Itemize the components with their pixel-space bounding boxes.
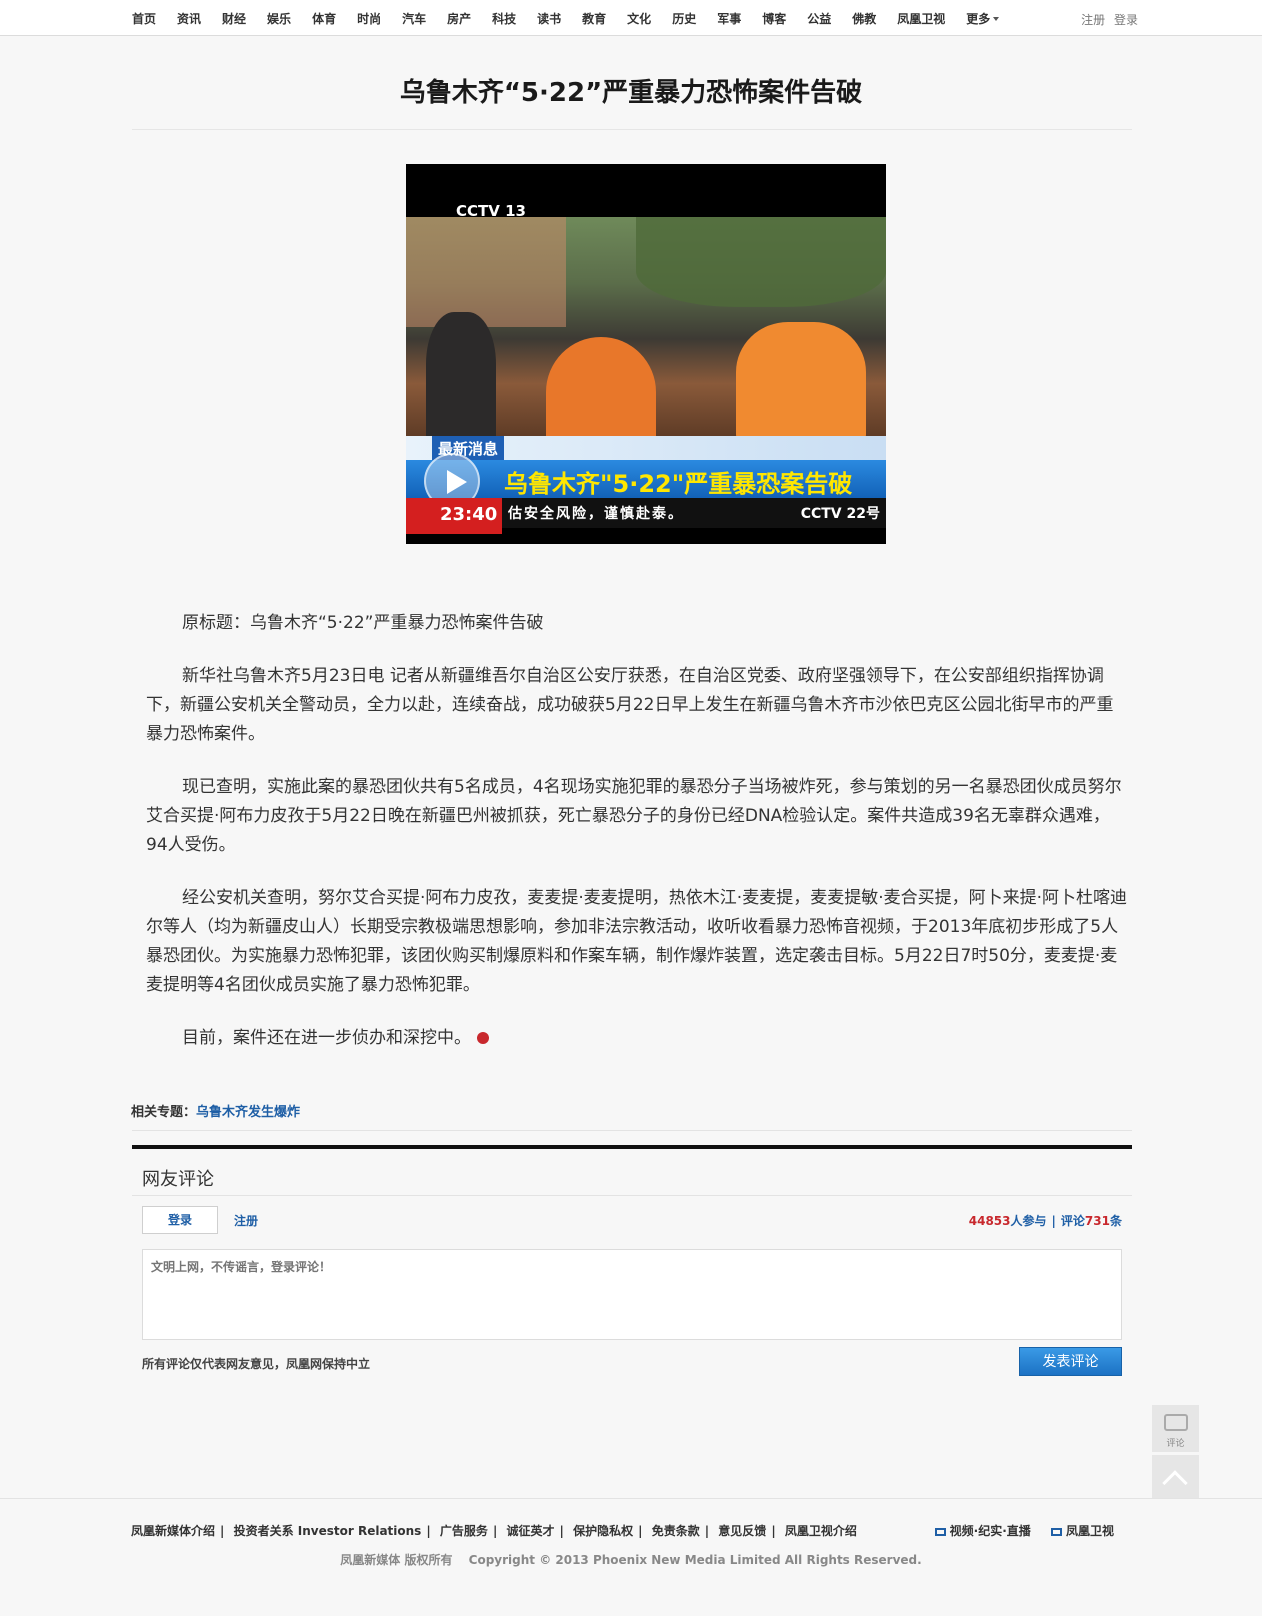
video-frame [406,217,886,447]
related-label: 相关专题： [131,1105,197,1120]
nav-item-charity[interactable]: 公益 [807,10,831,27]
footer-link-phoenixtv[interactable]: 凤凰卫视介绍 [785,1524,857,1538]
footer-link-about[interactable]: 凤凰新媒体介绍 [131,1524,215,1538]
participants-suffix[interactable]: 人参与 [1011,1214,1047,1228]
comment-disclaimer: 所有评论仅代表网友意见，凤凰网保持中立 [142,1357,371,1371]
comments-prefix[interactable]: 评论 [1061,1214,1085,1228]
tv-icon [1050,1527,1062,1536]
chevron-up-icon [1162,1470,1188,1496]
footer-link-investor[interactable]: 投资者关系 Investor Relations [234,1524,422,1538]
footer: 凤凰新媒体介绍 | 投资者关系 Investor Relations | 广告服务 |… [0,1498,1262,1616]
nav-item-phoenixtv[interactable]: 凤凰卫视 [897,10,945,27]
related-topics: 相关专题：乌鲁木齐发生爆炸 [131,1101,300,1120]
nav-item-news[interactable]: 资讯 [177,10,201,27]
login-link[interactable]: 登录 [1114,13,1138,27]
comment-stats: 44853人参与 | 评论731条 [969,1212,1122,1229]
article-body: 原标题：乌鲁木齐“5·22”严重暴力恐怖案件告破 新华社乌鲁木齐5月23日电 记… [146,609,1130,1077]
nav-item-house[interactable]: 房产 [447,10,471,27]
headline-overlay: 乌鲁木齐"5·22"严重暴恐案告破 [504,470,853,498]
news-ticker: 23:40 估安全风险，谨慎赴泰。 CCTV 22号 [406,498,886,534]
article-paragraph: 经公安机关查明，努尔艾合买提·阿布力皮孜，麦麦提·麦麦提明，热依木江·麦麦提，麦… [146,888,1128,995]
article-paragraph: 新华社乌鲁木齐5月23日电 记者从新疆维吾尔自治区公安厅获悉，在自治区党委、政府… [146,666,1114,744]
nav-item-finance[interactable]: 财经 [222,10,246,27]
copyright-en: Copyright © 2013 Phoenix New Media Limit… [468,1553,922,1567]
article-paragraph: 原标题：乌鲁木齐“5·22”严重暴力恐怖案件告破 [182,613,544,633]
footer-link-tv-label: 凤凰卫视 [1065,1524,1114,1538]
nav-item-military[interactable]: 军事 [717,10,741,27]
channel-menu: 首页 资讯 财经 娱乐 体育 时尚 汽车 房产 科技 读书 教育 文化 历史 军… [132,0,1020,36]
footer-right-links: 视频·纪实·直播 凤凰卫视 [919,1522,1114,1539]
nav-item-buddhism[interactable]: 佛教 [852,10,876,27]
copyright-cn: 凤凰新媒体 版权所有 [340,1553,453,1567]
copyright: 凤凰新媒体 版权所有 Copyright © 2013 Phoenix New … [0,1551,1262,1568]
floating-comment-button[interactable]: 评论 [1152,1405,1199,1452]
ticker-time: 23:40 [406,498,502,534]
comment-icon [1164,1414,1188,1431]
article-paragraph-last: 目前，案件还在进一步侦办和深挖中。 [146,1024,1130,1053]
nav-item-tech[interactable]: 科技 [492,10,516,27]
ticker-text: 估安全风险，谨慎赴泰。 [508,506,684,522]
nav-item-sports[interactable]: 体育 [312,10,336,27]
comment-login-button[interactable]: 登录 [142,1206,218,1234]
comment-input[interactable] [142,1249,1122,1340]
comments-heading: 网友评论 [132,1149,1132,1196]
comments-suffix[interactable]: 条 [1110,1214,1122,1228]
breaking-strip: 最新消息 [406,436,886,461]
nav-item-more[interactable]: 更多 [966,10,999,27]
comments-section: 网友评论 登录 注册 44853人参与 | 评论731条 所有评论仅代表网友意见，凤… [132,1145,1132,1376]
title-divider [132,129,1132,130]
footer-link-privacy[interactable]: 保护隐私权 [573,1524,633,1538]
comment-register-link[interactable]: 注册 [234,1212,258,1229]
related-topic-link[interactable]: 乌鲁木齐发生爆炸 [196,1105,300,1120]
related-divider [132,1130,1132,1131]
phoenix-logo-icon [477,1032,489,1044]
article-paragraph-text: 目前，案件还在进一步侦办和深挖中。 [182,1028,471,1048]
nav-item-blog[interactable]: 博客 [762,10,786,27]
article-title: 乌鲁木齐“5·22”严重暴力恐怖案件告破 [399,78,863,108]
floating-comment-label: 评论 [1166,1439,1185,1449]
nav-item-edu[interactable]: 教育 [582,10,606,27]
video-icon [934,1527,946,1536]
video-player[interactable]: CCTV 13 最新消息 乌鲁木齐"5·22"严重暴恐案告破 23:40 估安全… [406,164,886,544]
footer-link-video-label: 视频·纪实·直播 [949,1524,1031,1538]
submit-comment-button[interactable]: 发表评论 [1019,1347,1122,1376]
footer-link-phoenix-tv[interactable]: 凤凰卫视 [1050,1524,1114,1538]
nav-item-ent[interactable]: 娱乐 [267,10,291,27]
nav-item-culture[interactable]: 文化 [627,10,651,27]
footer-link-jobs[interactable]: 诚征英才 [507,1524,555,1538]
footer-link-feedback[interactable]: 意见反馈 [718,1524,766,1538]
nav-item-books[interactable]: 读书 [537,10,561,27]
channel-logo: CCTV 13 [456,202,526,220]
footer-link-video[interactable]: 视频·纪实·直播 [934,1524,1031,1538]
footer-link-disclaimer[interactable]: 免责条款 [652,1524,700,1538]
top-nav: 首页 资讯 财经 娱乐 体育 时尚 汽车 房产 科技 读书 教育 文化 历史 军… [0,0,1262,36]
nav-item-history[interactable]: 历史 [672,10,696,27]
back-to-top-button[interactable] [1152,1455,1199,1502]
nav-item-auto[interactable]: 汽车 [402,10,426,27]
footer-link-ads[interactable]: 广告服务 [440,1524,488,1538]
stats-separator: | [1051,1214,1056,1228]
nav-item-fashion[interactable]: 时尚 [357,10,381,27]
article-paragraph: 现已查明，实施此案的暴恐团伙共有5名成员，4名现场实施犯罪的暴恐分子当场被炸死，… [146,777,1122,855]
footer-links: 凤凰新媒体介绍 | 投资者关系 Investor Relations | 广告服务 |… [131,1524,857,1538]
register-link[interactable]: 注册 [1081,13,1105,27]
auth-links: 注册 登录 [1076,11,1138,28]
comments-count[interactable]: 731 [1085,1214,1110,1228]
nav-item-home[interactable]: 首页 [132,10,156,27]
ticker-channel: CCTV 22号 [800,506,880,522]
participants-count: 44853 [968,1214,1011,1228]
